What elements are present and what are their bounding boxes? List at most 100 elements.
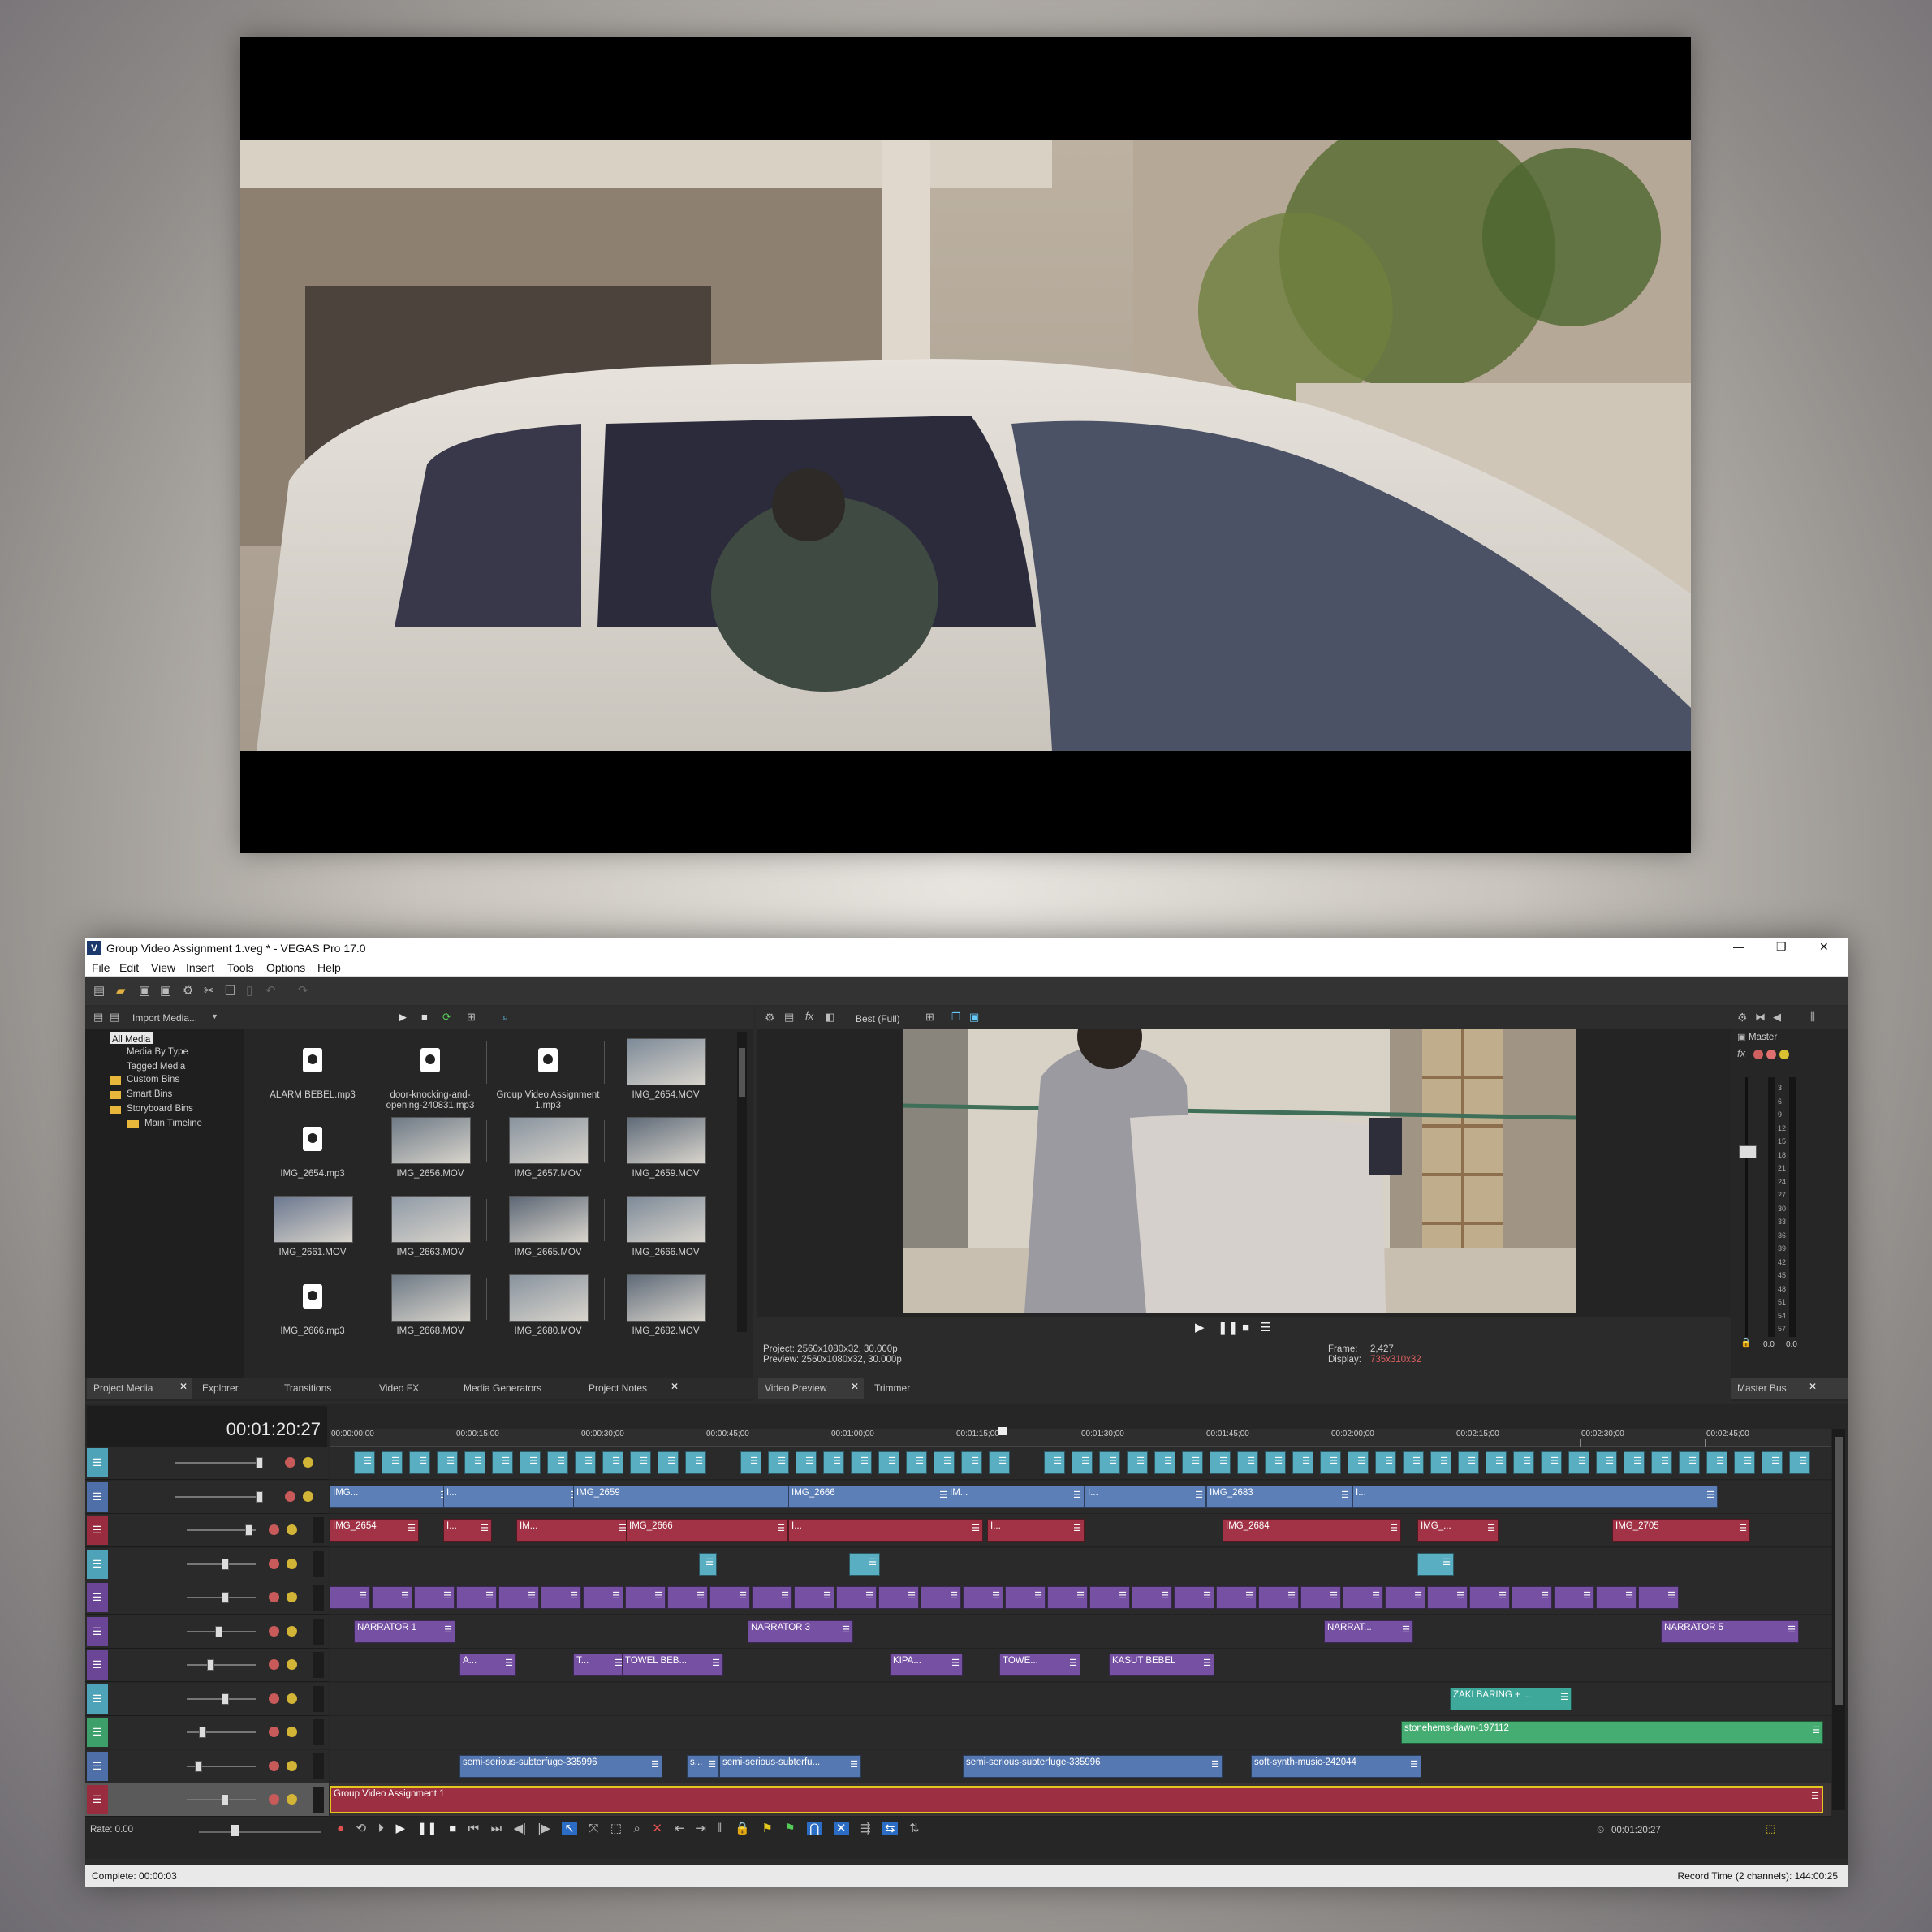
timeline-clip[interactable]: KASUT BEBEL ☰ bbox=[1109, 1654, 1214, 1676]
tree-item-all-media[interactable]: All Media bbox=[110, 1032, 153, 1045]
timeline-clip[interactable]: ☰ bbox=[1089, 1586, 1130, 1609]
timeline-clip[interactable]: ☰ bbox=[1237, 1451, 1258, 1474]
timeline-track[interactable]: ☰ ☰ ☰ ☰ ☰ ☰ ☰ ☰ ☰ ☰ ☰ ☰ ☰ ☰ ☰ ☰ ☰ ☰ ☰ ☰ ☰ ☰ ☰ ☰ ☰ ☰ ☰ ☰ ☰ ☰ ☰ ☰ bbox=[330, 1581, 1831, 1615]
envelope-tool-icon[interactable]: ⤧ bbox=[589, 1822, 598, 1835]
timeline-clip[interactable]: ☰ bbox=[823, 1451, 844, 1474]
timeline-clip[interactable]: ☰ bbox=[752, 1586, 792, 1609]
clip-menu-icon[interactable]: ☰ bbox=[705, 1557, 714, 1568]
loop-region-icon[interactable]: ⬚ bbox=[1766, 1823, 1775, 1834]
timeline-clip[interactable]: ☰ bbox=[1541, 1451, 1562, 1474]
downmix-icon[interactable]: ⧓ bbox=[1755, 1011, 1766, 1022]
clip-menu-icon[interactable]: ☰ bbox=[1688, 1455, 1697, 1466]
timeline-clip[interactable]: ☰ bbox=[1320, 1451, 1341, 1474]
timeline-clip[interactable]: ☰ bbox=[1265, 1451, 1286, 1474]
auto-preview-icon[interactable]: ⟳ bbox=[442, 1011, 451, 1022]
timeline-clip[interactable]: ☰ bbox=[1638, 1586, 1679, 1609]
timeline-clip[interactable]: ☰ bbox=[1458, 1451, 1479, 1474]
timeline-track[interactable]: NARRATOR 1 ☰ NARRATOR 3 ☰ NARRAT... ☰ NARRATOR… bbox=[330, 1615, 1831, 1649]
timeline-clip[interactable]: ☰ bbox=[1469, 1586, 1510, 1609]
clip-menu-icon[interactable]: ☰ bbox=[712, 1658, 720, 1668]
audio-file-icon[interactable] bbox=[420, 1048, 440, 1072]
clip-menu-icon[interactable]: ☰ bbox=[1812, 1725, 1820, 1736]
video-thumbnail[interactable] bbox=[509, 1117, 589, 1164]
clip-menu-icon[interactable]: ☰ bbox=[781, 1590, 789, 1601]
audio-file-icon[interactable] bbox=[303, 1127, 322, 1151]
timeline-clip[interactable]: ☰ bbox=[1513, 1451, 1534, 1474]
timeline-clip[interactable]: ☰ bbox=[1679, 1451, 1700, 1474]
clip-menu-icon[interactable]: ☰ bbox=[1330, 1590, 1338, 1601]
tab-master-bus[interactable]: Master Bus bbox=[1737, 1382, 1787, 1394]
master-checkbox-icon[interactable]: ▣ bbox=[1737, 1033, 1745, 1042]
timeline-clip[interactable]: ☰ bbox=[437, 1451, 458, 1474]
timeline-clip[interactable]: ZAKI BARING + ... ☰ bbox=[1450, 1687, 1572, 1710]
video-thumbnail[interactable] bbox=[627, 1117, 706, 1164]
solo-icon[interactable] bbox=[287, 1524, 297, 1535]
timeline-clip[interactable]: soft-synth-music-242044 ☰ bbox=[1251, 1754, 1421, 1778]
tab-trimmer[interactable]: Trimmer bbox=[874, 1382, 910, 1394]
track-color-bar[interactable]: ☰ bbox=[87, 1549, 108, 1579]
tab-project-media[interactable]: Project Media ✕ bbox=[87, 1378, 192, 1399]
timeline-clip[interactable]: ☰ bbox=[547, 1451, 568, 1474]
import-media-button[interactable]: Import Media... bbox=[132, 1012, 197, 1024]
timeline-clip[interactable]: A... ☰ bbox=[459, 1654, 516, 1676]
timeline-track[interactable]: ☰ ☰ ☰ bbox=[330, 1547, 1831, 1581]
clip-menu-icon[interactable]: ☰ bbox=[750, 1455, 758, 1466]
clip-menu-icon[interactable]: ☰ bbox=[1550, 1455, 1559, 1466]
close-icon[interactable]: ✕ bbox=[671, 1382, 679, 1391]
fader-knob[interactable] bbox=[222, 1693, 229, 1705]
clip-menu-icon[interactable]: ☰ bbox=[419, 1455, 427, 1466]
search-icon[interactable]: ⌕ bbox=[502, 1011, 508, 1022]
timeline-clip[interactable]: ☰ bbox=[1292, 1451, 1313, 1474]
solo-icon[interactable] bbox=[303, 1490, 313, 1502]
timeline-clip[interactable]: ☰ bbox=[1789, 1451, 1810, 1474]
video-thumbnail[interactable] bbox=[509, 1274, 589, 1322]
mute-icon[interactable] bbox=[269, 1592, 279, 1602]
clip-menu-icon[interactable]: ☰ bbox=[1706, 1490, 1714, 1500]
timeline-clip[interactable]: ☰ bbox=[575, 1451, 596, 1474]
clip-menu-icon[interactable]: ☰ bbox=[992, 1590, 1000, 1601]
cut-icon[interactable]: ✂ bbox=[204, 985, 214, 997]
timeline-track[interactable]: semi-serious-subterfuge-335996 ☰ s... ☰ semi… bbox=[330, 1749, 1831, 1783]
clip-menu-icon[interactable]: ☰ bbox=[805, 1455, 813, 1466]
timeline-clip[interactable]: ☰ bbox=[1596, 1451, 1617, 1474]
video-thumbnail[interactable] bbox=[274, 1196, 353, 1243]
menu-edit[interactable]: Edit bbox=[119, 961, 139, 974]
timeline-clip[interactable]: ☰ bbox=[1375, 1451, 1396, 1474]
timeline-clip[interactable]: ☰ bbox=[409, 1451, 430, 1474]
timeline-clip[interactable]: ☰ bbox=[602, 1451, 623, 1474]
tree-item-smart-bins[interactable]: Smart Bins bbox=[127, 1089, 172, 1099]
auto-crossfade-icon[interactable]: ✕ bbox=[833, 1822, 849, 1835]
timeline-clip[interactable]: I... ☰ bbox=[1085, 1485, 1206, 1508]
zoom-tool-icon[interactable]: ⌕ bbox=[633, 1822, 640, 1835]
mute-icon[interactable] bbox=[269, 1760, 279, 1771]
normal-edit-tool-icon[interactable]: ↖ bbox=[562, 1822, 577, 1835]
save-icon[interactable]: ▣ bbox=[139, 985, 150, 997]
timeline-clip[interactable]: IMG_2654 ☰ bbox=[330, 1519, 419, 1542]
mute-icon[interactable] bbox=[269, 1794, 279, 1805]
previous-frame-icon[interactable]: ◀| bbox=[514, 1822, 526, 1835]
timeline-clip[interactable]: ☰ bbox=[414, 1586, 455, 1609]
track-color-bar[interactable]: ☰ bbox=[87, 1616, 108, 1646]
clip-menu-icon[interactable]: ☰ bbox=[778, 1455, 786, 1466]
media-bin-icon[interactable]: ▤ bbox=[93, 1011, 103, 1022]
fader-knob[interactable] bbox=[207, 1659, 214, 1671]
timeline-clip[interactable]: NARRATOR 3 ☰ bbox=[748, 1619, 853, 1643]
clip-menu-icon[interactable]: ☰ bbox=[1583, 1590, 1591, 1601]
solo-icon[interactable] bbox=[287, 1693, 297, 1704]
timeline-track[interactable]: IMG_2654 ☰ I... ☰ IM... ☰ IMG_2666 ☰ I... ☰ I... ☰ I… bbox=[330, 1514, 1831, 1547]
clip-menu-icon[interactable]: ☰ bbox=[1468, 1455, 1476, 1466]
clip-menu-icon[interactable]: ☰ bbox=[1633, 1455, 1641, 1466]
timeline-clip[interactable]: ☰ bbox=[921, 1586, 961, 1609]
timeline-clip[interactable]: ☰ bbox=[768, 1451, 789, 1474]
speaker-icon[interactable]: ◀ bbox=[1773, 1011, 1781, 1022]
timeline-clip[interactable]: ☰ bbox=[498, 1586, 539, 1609]
clip-menu-icon[interactable]: ☰ bbox=[708, 1759, 716, 1770]
timeline-clip[interactable]: ☰ bbox=[1734, 1451, 1755, 1474]
rate-slider-knob[interactable] bbox=[231, 1825, 239, 1836]
menu-help[interactable]: Help bbox=[317, 961, 341, 974]
timeline-clip[interactable]: ☰ bbox=[541, 1586, 581, 1609]
clip-menu-icon[interactable]: ☰ bbox=[842, 1624, 850, 1635]
timeline-clip[interactable]: ☰ bbox=[685, 1451, 706, 1474]
clip-menu-icon[interactable]: ☰ bbox=[485, 1590, 494, 1601]
clip-menu-icon[interactable]: ☰ bbox=[505, 1658, 513, 1668]
